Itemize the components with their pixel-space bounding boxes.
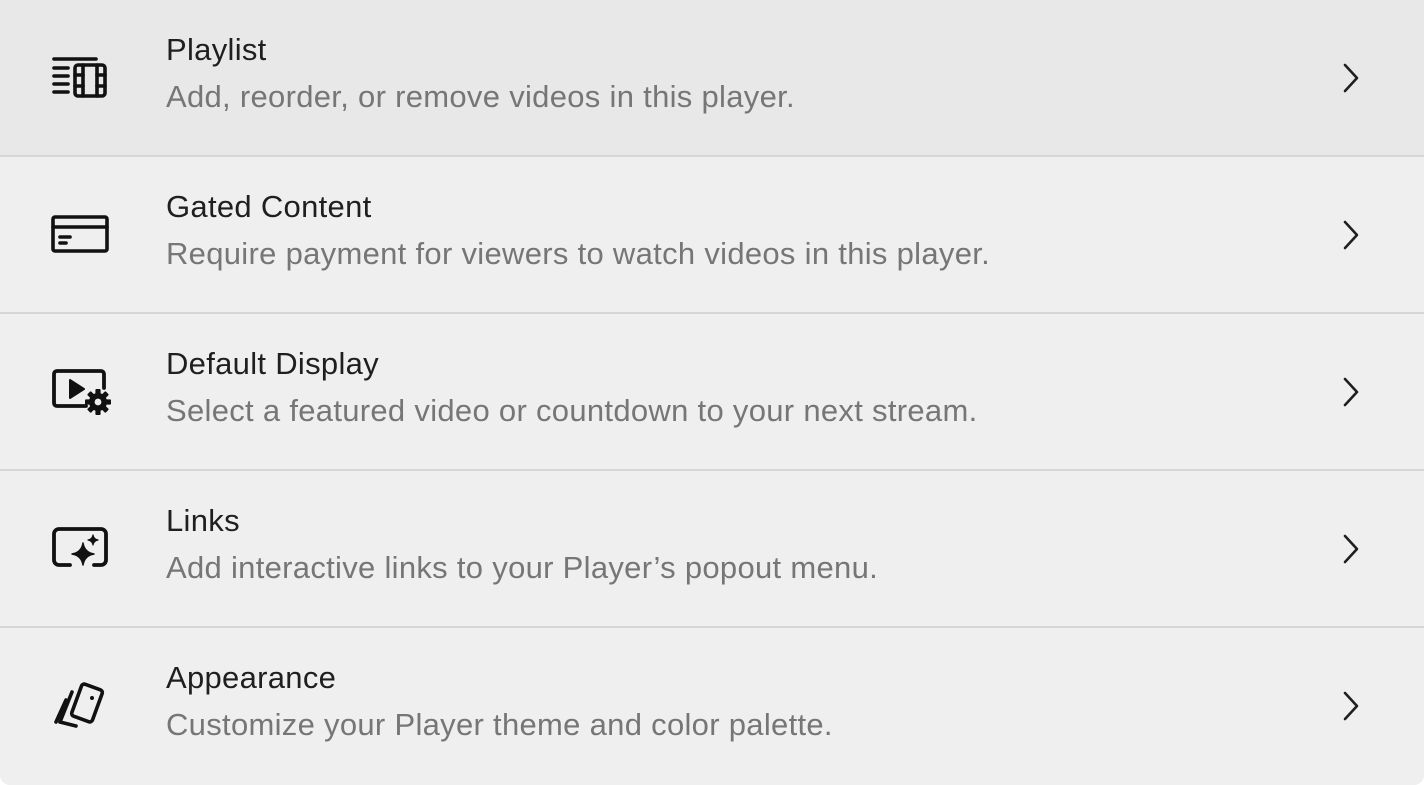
sparkle-frame-icon: [48, 515, 112, 579]
menu-item-title: Default Display: [166, 346, 379, 381]
menu-item-title: Appearance: [166, 660, 337, 695]
chevron-right-icon[interactable]: [1336, 60, 1364, 96]
swatches-icon: [48, 672, 112, 736]
menu-item-title: Links: [166, 503, 240, 538]
credit-card-icon: [48, 201, 112, 265]
chevron-right-icon[interactable]: [1336, 374, 1364, 410]
menu-item-playlist[interactable]: Playlist Add, reorder, or remove videos …: [0, 0, 1424, 157]
player-settings-menu: Playlist Add, reorder, or remove videos …: [0, 0, 1424, 785]
menu-item-description: Select a featured video or countdown to …: [166, 393, 978, 428]
menu-item-text: Playlist Add, reorder, or remove videos …: [166, 30, 1304, 117]
menu-item-gated-content[interactable]: Gated Content Require payment for viewer…: [0, 157, 1424, 314]
menu-item-default-display[interactable]: Default Display Select a featured video …: [0, 314, 1424, 471]
chevron-right-icon[interactable]: [1336, 688, 1364, 724]
menu-item-links[interactable]: Links Add interactive links to your Play…: [0, 471, 1424, 628]
menu-item-title: Gated Content: [166, 189, 372, 224]
menu-item-text: Gated Content Require payment for viewer…: [166, 187, 1304, 274]
menu-item-description: Add interactive links to your Player’s p…: [166, 550, 879, 585]
menu-item-description: Add, reorder, or remove videos in this p…: [166, 79, 795, 114]
chevron-right-icon[interactable]: [1336, 531, 1364, 567]
menu-item-title: Playlist: [166, 32, 267, 67]
menu-item-text: Links Add interactive links to your Play…: [166, 501, 1304, 588]
menu-item-appearance[interactable]: Appearance Customize your Player theme a…: [0, 628, 1424, 785]
menu-item-description: Require payment for viewers to watch vid…: [166, 236, 991, 271]
video-settings-icon: [48, 358, 112, 422]
chevron-right-icon[interactable]: [1336, 217, 1364, 253]
menu-item-text: Default Display Select a featured video …: [166, 344, 1304, 431]
menu-item-description: Customize your Player theme and color pa…: [166, 707, 833, 742]
playlist-icon: [48, 44, 112, 108]
menu-item-text: Appearance Customize your Player theme a…: [166, 658, 1304, 745]
